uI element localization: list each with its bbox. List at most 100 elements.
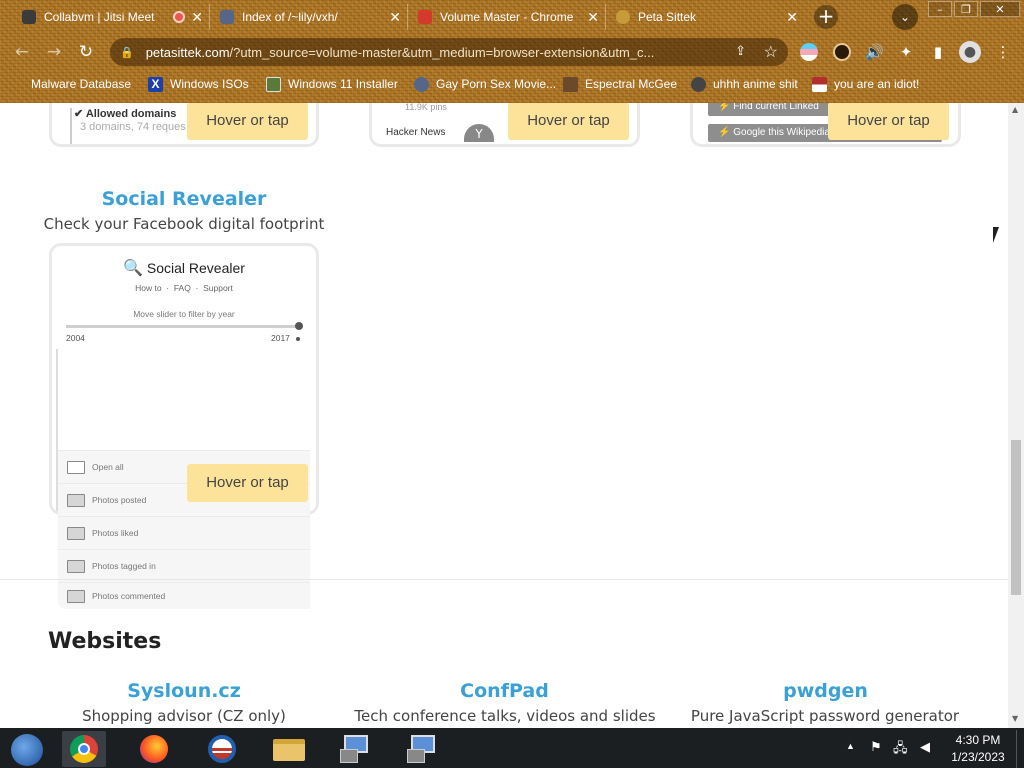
mouse-cursor-icon bbox=[993, 227, 999, 243]
extensions-puzzle-icon[interactable]: ✦ bbox=[897, 43, 915, 61]
volume-extension-icon[interactable]: 🔊 bbox=[865, 43, 884, 61]
tab-favicon-icon bbox=[220, 10, 234, 24]
network-icon[interactable]: 🖧 bbox=[893, 739, 908, 761]
side-panel-icon[interactable]: ▮ bbox=[929, 43, 947, 61]
tab-title: Collabvm | Jitsi Meet bbox=[44, 10, 155, 24]
new-tab-button[interactable]: + bbox=[814, 5, 838, 29]
address-bar[interactable]: 🔒 petasittek.com/?utm_source=volume-mast… bbox=[110, 38, 788, 66]
image-favicon-icon bbox=[266, 76, 281, 92]
profile-icon[interactable]: ● bbox=[959, 41, 981, 63]
taskbar-installer-1[interactable] bbox=[334, 731, 378, 767]
website-subtitle: Tech conference talks, videos and slides bbox=[354, 707, 656, 725]
tab-favicon-icon bbox=[418, 10, 432, 24]
minimize-window-icon[interactable]: – bbox=[928, 1, 952, 17]
clock-date[interactable]: 1/23/2023 bbox=[946, 750, 1010, 764]
project-card-preview[interactable]: ⚡ Find current Linked ⚡ Google this Wiki… bbox=[690, 103, 961, 147]
close-tab-icon[interactable]: ✕ bbox=[587, 9, 599, 26]
close-tab-icon[interactable]: ✕ bbox=[191, 9, 203, 26]
restore-window-icon[interactable]: ❐ bbox=[954, 1, 978, 17]
bookmark-movie-site[interactable]: Gay Porn Sex Movie... bbox=[414, 76, 556, 92]
bookmark-star-icon[interactable]: ☆ bbox=[764, 42, 778, 62]
website-title-confpad[interactable]: ConfPad bbox=[369, 680, 640, 702]
allowed-domains-label: ✔ Allowed domains bbox=[74, 108, 177, 120]
photo-comment-icon bbox=[67, 589, 85, 603]
preview-list-item: Photos liked bbox=[58, 516, 310, 549]
taskbar-installer-2[interactable] bbox=[401, 731, 445, 767]
taskbar-obama[interactable] bbox=[200, 731, 244, 767]
tab-search-icon[interactable]: ⌄ bbox=[892, 4, 918, 30]
close-tab-icon[interactable]: ✕ bbox=[389, 9, 401, 26]
y-logo-icon: Y bbox=[464, 124, 494, 142]
recording-icon bbox=[173, 11, 185, 23]
photo-add-icon bbox=[67, 493, 85, 507]
photo-like-icon bbox=[67, 526, 85, 540]
find-linkedin-button: ⚡ Find current Linked bbox=[708, 103, 838, 116]
start-button[interactable] bbox=[6, 731, 50, 767]
close-window-icon[interactable]: ✕ bbox=[980, 1, 1020, 17]
clock-time[interactable]: 4:30 PM bbox=[954, 733, 1002, 747]
tab-volume-master[interactable]: Volume Master - Chrome ✕ bbox=[410, 4, 606, 30]
project-card-preview[interactable]: ✔ Allowed domains 3 domains, 74 reques H… bbox=[49, 103, 319, 147]
project-card-preview[interactable]: 11.9K pins Hacker News Y Hover or tap bbox=[369, 103, 640, 147]
volume-icon[interactable]: ◀ bbox=[920, 739, 930, 755]
tab-title: Volume Master - Chrome bbox=[440, 10, 574, 24]
social-revealer-title[interactable]: Social Revealer bbox=[49, 188, 319, 210]
scroll-up-icon[interactable]: ▲ bbox=[1012, 105, 1018, 114]
scrollbar-thumb[interactable] bbox=[1011, 440, 1021, 595]
social-revealer-subtitle: Check your Facebook digital footprint bbox=[43, 215, 325, 233]
taskbar-firefox[interactable] bbox=[132, 731, 176, 767]
flag-favicon-icon bbox=[812, 76, 827, 92]
bookmark-espectral-mcgee[interactable]: Espectral McGee bbox=[563, 76, 677, 92]
taskbar-explorer[interactable] bbox=[266, 731, 310, 767]
page-scrollbar[interactable]: ▲ ▼ bbox=[1008, 103, 1024, 728]
bookmark-you-are-an-idiot[interactable]: you are an idiot! bbox=[812, 76, 919, 92]
bookmark-windows-11-installer[interactable]: Windows 11 Installer bbox=[266, 76, 398, 92]
preview-list-item: Photos commented bbox=[58, 582, 310, 609]
scroll-down-icon[interactable]: ▼ bbox=[1012, 714, 1018, 723]
bookmark-windows-isos[interactable]: X Windows ISOs bbox=[148, 76, 249, 92]
back-icon[interactable]: ← bbox=[10, 40, 34, 64]
show-desktop-button[interactable] bbox=[1016, 730, 1024, 768]
avatar-extension-icon[interactable] bbox=[833, 43, 851, 61]
forward-icon[interactable]: → bbox=[42, 40, 66, 64]
tab-peta-sittek[interactable]: Peta Sittek ✕ bbox=[608, 4, 804, 30]
year-slider-track bbox=[66, 325, 300, 328]
bookmark-favicon-icon bbox=[14, 77, 24, 92]
firefox-icon bbox=[140, 735, 168, 763]
tab-title: Index of /~lily/vxh/ bbox=[242, 10, 338, 24]
setup-box-icon bbox=[340, 749, 358, 763]
preview-app-name: Social Revealer bbox=[146, 260, 245, 276]
website-title-sysloun[interactable]: Sysloun.cz bbox=[49, 680, 319, 702]
tab-collabvm[interactable]: Collabvm | Jitsi Meet ✕ bbox=[14, 4, 210, 30]
hover-or-tap-button[interactable]: Hover or tap bbox=[187, 103, 308, 140]
close-tab-icon[interactable]: ✕ bbox=[786, 9, 798, 26]
share-icon[interactable]: ⇪ bbox=[735, 43, 746, 59]
taskbar-chrome[interactable] bbox=[62, 731, 106, 767]
chrome-center-icon bbox=[78, 743, 90, 755]
slider-dot-icon bbox=[296, 337, 300, 341]
preview-nav-links: How to · FAQ · Support bbox=[135, 283, 233, 293]
preview-list-item: Photos tagged in bbox=[58, 549, 310, 582]
tab-index[interactable]: Index of /~lily/vxh/ ✕ bbox=[212, 4, 408, 30]
window-icon bbox=[67, 460, 85, 474]
card-divider bbox=[70, 108, 72, 144]
tab-title: Peta Sittek bbox=[638, 10, 697, 24]
hover-or-tap-button[interactable]: Hover or tap bbox=[828, 103, 949, 140]
reload-icon[interactable]: ↻ bbox=[74, 40, 98, 64]
hover-or-tap-button[interactable]: Hover or tap bbox=[187, 464, 308, 502]
action-center-flag-icon[interactable]: ⚑ bbox=[870, 739, 882, 755]
year-slider-handle bbox=[295, 322, 303, 330]
preview-header: 🔍 Social Revealer bbox=[52, 258, 316, 278]
website-title-pwdgen[interactable]: pwdgen bbox=[690, 680, 961, 702]
menu-kebab-icon[interactable]: ⋮ bbox=[994, 43, 1012, 61]
show-hidden-icons-icon[interactable]: ▲ bbox=[846, 741, 855, 751]
character-favicon-icon bbox=[563, 76, 578, 92]
bookmark-anime[interactable]: uhhh anime shit bbox=[691, 76, 798, 92]
tab-favicon-icon bbox=[616, 10, 630, 24]
slider-caption: Move slider to filter by year bbox=[133, 309, 235, 319]
slider-year-start: 2004 bbox=[66, 333, 85, 343]
hover-or-tap-button[interactable]: Hover or tap bbox=[508, 103, 629, 140]
domains-count-text: 3 domains, 74 reques bbox=[80, 121, 186, 133]
flag-extension-icon[interactable] bbox=[800, 43, 818, 61]
bookmark-malware-database[interactable]: Malware Database bbox=[14, 76, 131, 92]
